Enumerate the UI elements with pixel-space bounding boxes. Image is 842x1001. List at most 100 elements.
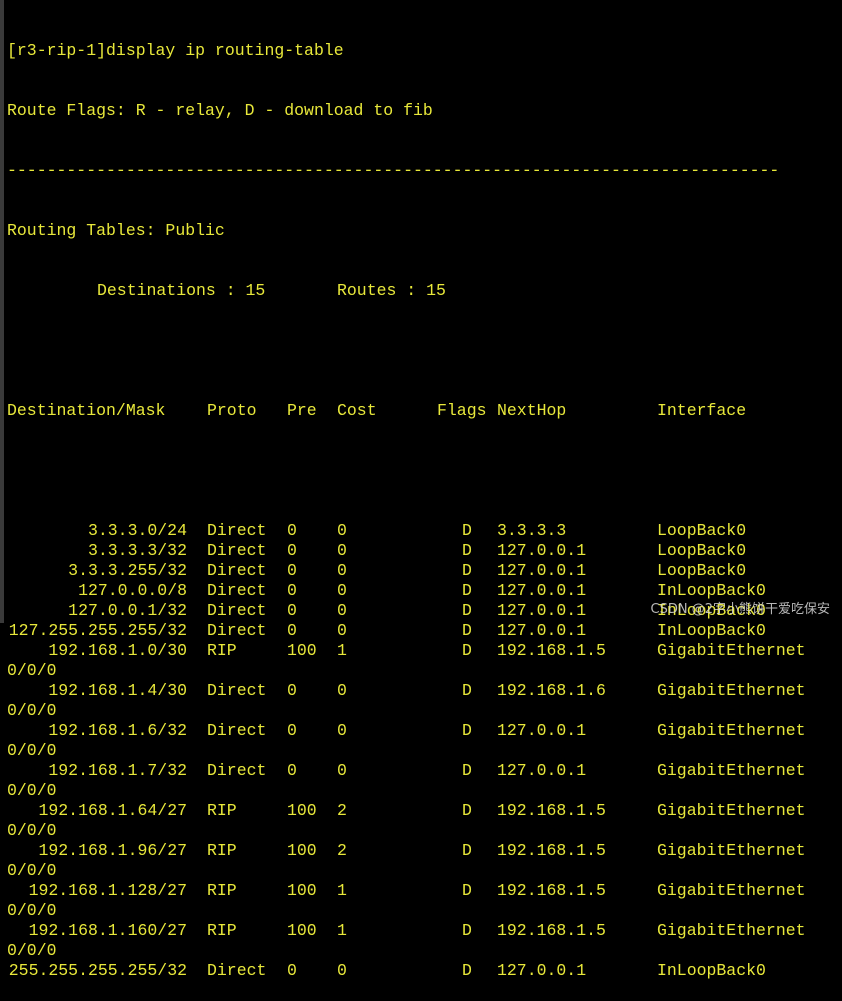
route-interface-continuation: 0/0/0 [7,781,57,800]
route-destination: 192.168.1.4/30 [48,681,187,700]
route-cost: 0 [337,681,347,700]
route-proto: Direct [207,721,267,740]
table-row: 3.3.3.3/32 Direct 0 0 D 127.0.0.1 LoopBack0 [7,541,842,561]
route-nexthop: 127.0.0.1 [497,541,587,560]
table-row: 192.168.1.160/27 RIP 100 1 D 192.168.1.5 Gigab… [7,921,842,941]
route-proto: Direct [207,961,267,980]
route-cost: 0 [337,601,347,620]
route-proto: RIP [207,841,237,860]
route-cost: 0 [337,521,347,540]
route-destination: 192.168.1.96/27 [38,841,187,860]
route-interface: GigabitEthernet [657,721,806,740]
route-proto: Direct [207,561,267,580]
route-flags: D [462,521,472,540]
route-cost: 0 [337,541,347,560]
csdn-watermark: CSDN @2字小熊饼干爱吃保安 [650,602,830,617]
route-pre: 100 [287,801,317,820]
routes-count: Routes : 15 [337,281,446,300]
routing-tables-label: Routing Tables: Public [7,221,225,240]
route-proto: RIP [207,881,237,900]
route-interface: GigabitEthernet [657,881,806,900]
route-flags: D [462,621,472,640]
route-cost: 1 [337,641,347,660]
command-line: [r3-rip-1]display ip routing-table [7,41,344,60]
route-flags: D [462,961,472,980]
route-nexthop: 192.168.1.5 [497,841,606,860]
table-row: 192.168.1.4/30 Direct 0 0 D 192.168.1.6 Gigabi… [7,681,842,701]
window-left-border [0,0,4,623]
table-row: 192.168.1.6/32 Direct 0 0 D 127.0.0.1 GigabitE… [7,721,842,741]
route-destination: 192.168.1.7/32 [48,761,187,780]
table-row: 3.3.3.255/32 Direct 0 0 D 127.0.0.1 LoopBack0 [7,561,842,581]
route-interface-continuation: 0/0/0 [7,741,57,760]
route-cost: 0 [337,621,347,640]
table-row: 192.168.1.0/30 RIP 100 1 D 192.168.1.5 Gigabit… [7,641,842,661]
route-destination: 127.0.0.1/32 [68,601,187,620]
route-nexthop: 192.168.1.5 [497,881,606,900]
route-flags: D [462,761,472,780]
route-proto: RIP [207,801,237,820]
route-flags: D [462,541,472,560]
route-pre: 0 [287,621,297,640]
route-interface: GigabitEthernet [657,641,806,660]
route-cost: 0 [337,561,347,580]
route-interface: GigabitEthernet [657,841,806,860]
route-interface: GigabitEthernet [657,921,806,940]
route-pre: 0 [287,961,297,980]
header-nexthop: NextHop [497,401,567,420]
route-interface: GigabitEthernet [657,761,806,780]
route-cost: 1 [337,881,347,900]
route-interface: LoopBack0 [657,521,747,540]
route-pre: 0 [287,581,297,600]
route-flags: D [462,881,472,900]
header-cost: Cost [337,401,377,420]
route-interface: LoopBack0 [657,541,747,560]
table-row: 192.168.1.96/27 RIP 100 2 D 192.168.1.5 Gigabi… [7,841,842,861]
route-proto: Direct [207,581,267,600]
route-destination: 192.168.1.0/30 [48,641,187,660]
route-interface: GigabitEthernet [657,801,806,820]
route-flags: D [462,601,472,620]
route-nexthop: 127.0.0.1 [497,621,587,640]
terminal-output[interactable]: [r3-rip-1]display ip routing-table Route… [7,0,842,980]
route-nexthop: 127.0.0.1 [497,561,587,580]
route-nexthop: 127.0.0.1 [497,961,587,980]
route-nexthop: 192.168.1.5 [497,801,606,820]
route-pre: 100 [287,641,317,660]
route-destination: 3.3.3.255/32 [68,561,187,580]
header-pre: Pre [287,401,317,420]
route-nexthop: 192.168.1.6 [497,681,606,700]
header-proto: Proto [207,401,257,420]
route-flags: D [462,721,472,740]
summary-line: Destinations : 15 Routes : 15 [7,281,842,301]
route-pre: 0 [287,521,297,540]
route-pre: 100 [287,881,317,900]
route-proto: Direct [207,541,267,560]
route-nexthop: 127.0.0.1 [497,601,587,620]
route-destination: 192.168.1.160/27 [28,921,187,940]
route-pre: 0 [287,761,297,780]
route-interface-continuation: 0/0/0 [7,941,57,960]
route-interface-continuation: 0/0/0 [7,701,57,720]
route-destination: 3.3.3.3/32 [87,541,187,560]
route-proto: RIP [207,921,237,940]
separator-line: ----------------------------------------… [7,161,780,180]
route-cost: 0 [337,581,347,600]
route-proto: RIP [207,641,237,660]
header-interface: Interface [657,401,747,420]
route-pre: 0 [287,561,297,580]
route-pre: 0 [287,681,297,700]
route-interface: GigabitEthernet [657,681,806,700]
route-flags: D [462,581,472,600]
header-destination: Destination/Mask [7,401,166,420]
table-row: 192.168.1.7/32 Direct 0 0 D 127.0.0.1 GigabitE… [7,761,842,781]
route-destination: 127.0.0.0/8 [78,581,187,600]
route-interface: InLoopBack0 [657,621,766,640]
route-nexthop: 127.0.0.1 [497,721,587,740]
table-header: Destination/Mask Proto Pre Cost Flags Ne… [7,401,842,421]
route-pre: 100 [287,841,317,860]
route-nexthop: 3.3.3.3 [497,521,567,540]
route-cost: 2 [337,801,347,820]
